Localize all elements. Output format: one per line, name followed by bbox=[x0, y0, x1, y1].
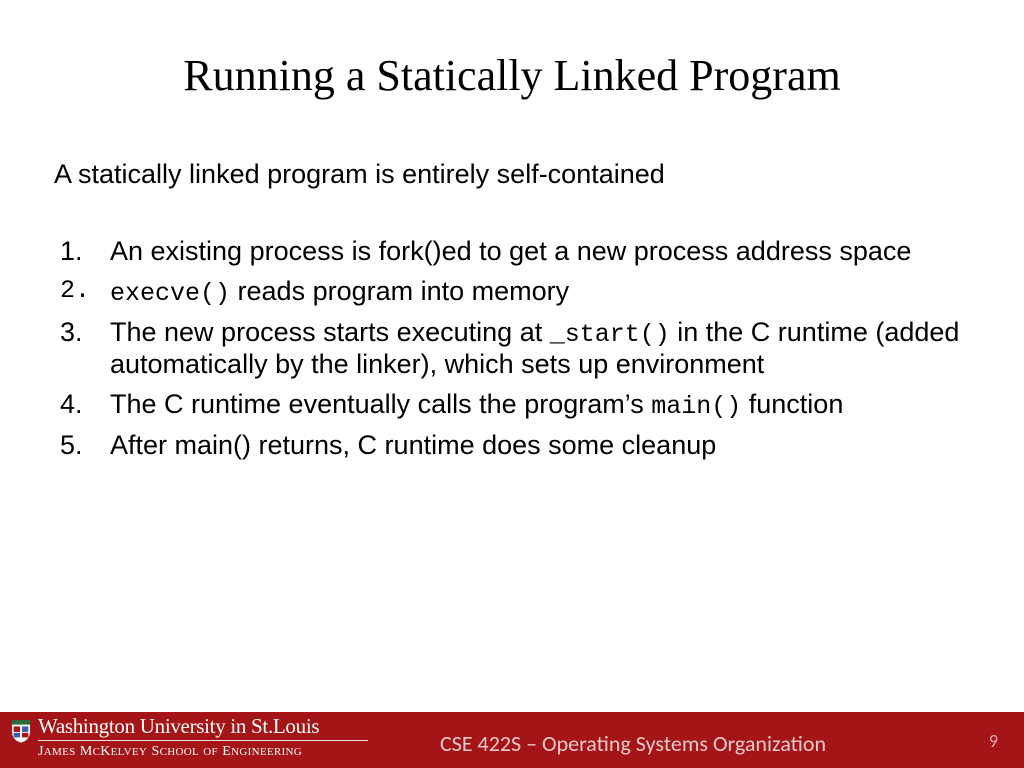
code-text: main() bbox=[651, 392, 741, 421]
list-item: After main() returns, C runtime does som… bbox=[54, 430, 964, 462]
list-text: The new process starts executing at bbox=[110, 317, 550, 347]
university-name: Washington University in St.Louis bbox=[38, 716, 368, 737]
code-text: _start() bbox=[550, 320, 670, 349]
list-item: execve() reads program into memory bbox=[54, 276, 964, 309]
list-text: function bbox=[741, 389, 843, 419]
university-logo-block: Washington University in St.Louis JAMES … bbox=[10, 716, 368, 759]
school-name: JAMES MCKELVEY SCHOOL OF ENGINEERING bbox=[38, 743, 368, 759]
page-number: 9 bbox=[989, 730, 998, 752]
list-item: The new process starts executing at _sta… bbox=[54, 317, 964, 381]
list-item: An existing process is fork()ed to get a… bbox=[54, 236, 964, 268]
university-text: Washington University in St.Louis JAMES … bbox=[38, 716, 368, 759]
intro-text: A statically linked program is entirely … bbox=[54, 158, 964, 190]
footer-bar: Washington University in St.Louis JAMES … bbox=[0, 712, 1024, 768]
slide-body: A statically linked program is entirely … bbox=[54, 158, 964, 469]
slide-title: Running a Statically Linked Program bbox=[0, 50, 1024, 101]
list-text: reads program into memory bbox=[230, 276, 569, 306]
code-text: execve() bbox=[110, 279, 230, 308]
list-text: The C runtime eventually calls the progr… bbox=[110, 389, 651, 419]
shield-icon bbox=[10, 718, 32, 744]
slide: Running a Statically Linked Program A st… bbox=[0, 0, 1024, 768]
list-item: The C runtime eventually calls the progr… bbox=[54, 389, 964, 422]
numbered-list: An existing process is fork()ed to get a… bbox=[54, 236, 964, 461]
divider bbox=[38, 740, 368, 741]
course-label: CSE 422S – Operating Systems Organizatio… bbox=[440, 730, 826, 757]
